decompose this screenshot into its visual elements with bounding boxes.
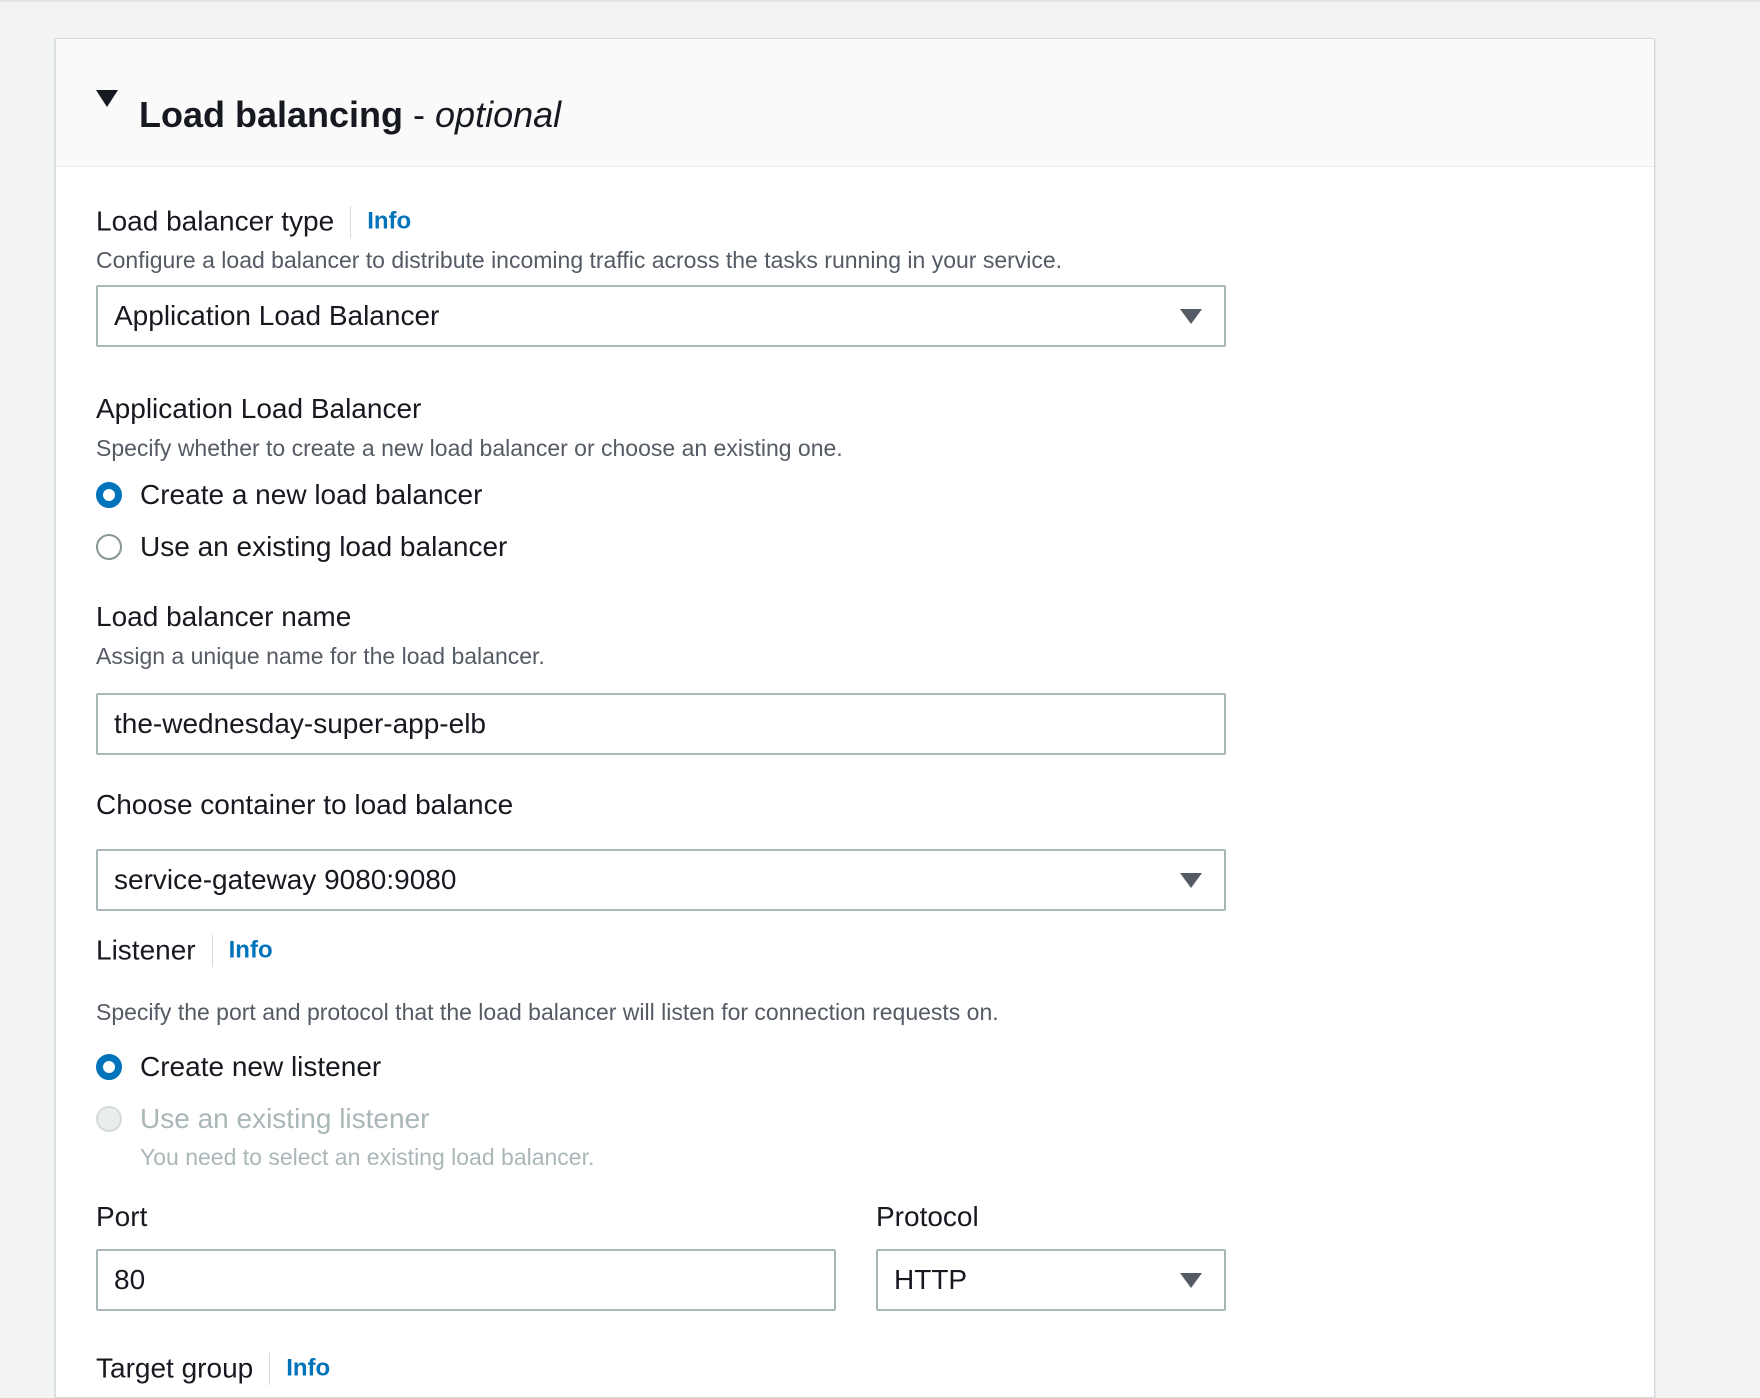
radio-checked-icon xyxy=(96,482,122,508)
info-divider xyxy=(269,1352,271,1385)
radio-unchecked-icon xyxy=(96,534,122,560)
section-header-toggle[interactable]: Load balancing - optional xyxy=(56,39,1654,167)
protocol-select[interactable]: HTTP xyxy=(876,1249,1226,1311)
container-selected-value: service-gateway 9080:9080 xyxy=(114,864,457,895)
target-group-info-link[interactable]: Info xyxy=(286,1355,330,1382)
info-divider xyxy=(211,934,213,967)
listener-label: Listener Info xyxy=(96,931,273,969)
section-optional-tag: optional xyxy=(435,94,562,135)
port-input[interactable]: 80 xyxy=(96,1249,836,1311)
radio-use-existing-load-balancer[interactable]: Use an existing load balancer xyxy=(96,527,596,567)
dropdown-arrow-icon xyxy=(1180,309,1202,324)
top-divider xyxy=(0,0,1760,2)
existing-listener-hint: You need to select an existing load bala… xyxy=(140,1144,595,1170)
radio-create-new-load-balancer[interactable]: Create a new load balancer xyxy=(96,475,596,515)
listener-info-link[interactable]: Info xyxy=(229,937,273,964)
container-select[interactable]: service-gateway 9080:9080 xyxy=(96,849,1226,911)
section-title: Load balancing - optional xyxy=(139,91,561,139)
lb-name-label: Load balancer name xyxy=(96,601,352,632)
dropdown-arrow-icon xyxy=(1180,1273,1202,1288)
lb-type-description: Configure a load balancer to distribute … xyxy=(96,247,1063,273)
alb-description: Specify whether to create a new load bal… xyxy=(96,435,843,461)
lb-type-selected-value: Application Load Balancer xyxy=(114,300,440,331)
port-value: 80 xyxy=(114,1264,146,1295)
lb-type-info-link[interactable]: Info xyxy=(367,208,411,235)
lb-name-description: Assign a unique name for the load balanc… xyxy=(96,643,545,669)
lb-name-value: the-wednesday-super-app-elb xyxy=(114,708,486,739)
caret-down-icon xyxy=(96,90,118,107)
container-label: Choose container to load balance xyxy=(96,789,514,820)
lb-type-label: Load balancer type Info xyxy=(96,202,411,240)
section-title-text: Load balancing xyxy=(139,94,404,135)
section-title-separator: - xyxy=(403,94,436,135)
target-group-label: Target group Info xyxy=(96,1349,330,1387)
lb-type-select[interactable]: Application Load Balancer xyxy=(96,285,1226,347)
info-divider xyxy=(350,205,352,238)
radio-create-new-listener[interactable]: Create new listener xyxy=(96,1047,596,1087)
lb-name-input[interactable]: the-wednesday-super-app-elb xyxy=(96,693,1226,755)
dropdown-arrow-icon xyxy=(1180,873,1202,888)
lb-type-label-text: Load balancer type xyxy=(96,205,335,237)
radio-disabled-icon xyxy=(96,1106,122,1132)
radio-use-existing-listener: Use an existing listener xyxy=(96,1099,596,1139)
protocol-label: Protocol xyxy=(876,1201,979,1232)
radio-label: Use an existing load balancer xyxy=(140,531,508,562)
radio-label: Create a new load balancer xyxy=(140,479,483,510)
radio-label: Create new listener xyxy=(140,1051,382,1082)
listener-description: Specify the port and protocol that the l… xyxy=(96,999,999,1025)
target-group-label-text: Target group xyxy=(96,1352,254,1384)
listener-label-text: Listener xyxy=(96,934,196,966)
alb-label: Application Load Balancer xyxy=(96,393,422,424)
radio-checked-icon xyxy=(96,1054,122,1080)
protocol-selected-value: HTTP xyxy=(894,1264,968,1295)
port-label: Port xyxy=(96,1201,148,1232)
load-balancing-panel: Load balancing - optional Load balancer … xyxy=(55,38,1655,1398)
radio-label: Use an existing listener xyxy=(140,1103,430,1134)
